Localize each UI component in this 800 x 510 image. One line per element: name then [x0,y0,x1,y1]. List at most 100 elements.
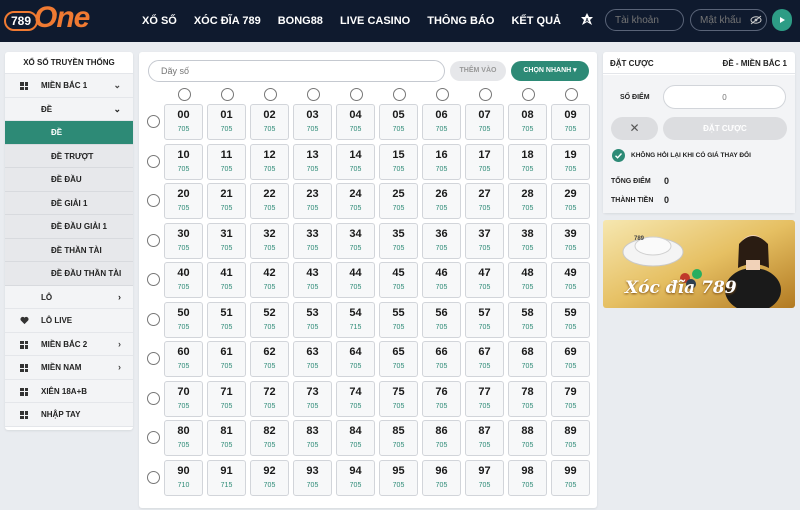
number-cell[interactable]: 83 705 [293,420,332,456]
logo[interactable]: 789 One [4,1,90,39]
column-radio-0[interactable] [177,88,191,101]
number-cell[interactable]: 92 705 [250,459,289,496]
number-cell[interactable]: 88 705 [508,420,547,456]
row-radio-3[interactable] [147,233,160,247]
number-cell[interactable]: 11 705 [207,143,246,180]
number-cell[interactable]: 21 705 [207,183,246,219]
number-cell[interactable]: 60 705 [164,341,203,377]
clear-button[interactable]: ✕ [611,117,658,140]
row-radio-0[interactable] [147,115,160,128]
number-cell[interactable]: 93 705 [293,459,332,496]
number-cell[interactable]: 53 705 [293,301,332,338]
number-cell[interactable]: 46 705 [422,262,461,298]
number-cell[interactable]: 62 705 [250,341,289,377]
number-cell[interactable]: 66 705 [422,341,461,377]
place-bet-button[interactable]: ĐẶT CƯỢC [663,117,787,140]
number-cell[interactable]: 97 705 [465,459,504,496]
number-cell[interactable]: 79 705 [551,380,590,417]
row-radio-5[interactable] [147,312,160,326]
number-sequence-input[interactable] [148,60,445,82]
number-cell[interactable]: 16 705 [422,143,461,180]
number-cell[interactable]: 95 705 [379,459,418,496]
number-cell[interactable]: 76 705 [422,380,461,417]
column-radio-7[interactable] [478,88,492,101]
number-cell[interactable]: 99 705 [551,459,590,496]
column-radio-3[interactable] [306,88,320,101]
row-radio-9[interactable] [147,470,160,484]
number-cell[interactable]: 78 705 [508,380,547,417]
column-radio-8[interactable] [521,88,535,101]
number-cell[interactable]: 55 705 [379,301,418,338]
points-input[interactable] [663,85,786,109]
nav-xo-so[interactable]: XỔ SỐ [142,0,177,42]
nav-bong88[interactable]: BONG88 [278,0,323,42]
number-cell[interactable]: 26 705 [422,183,461,219]
sidebar-subitem-de-dau-giai-1[interactable]: ĐỀ ĐẦU GIẢI 1 [5,215,133,239]
sidebar-item-xien[interactable]: XIÊN 18A+B [5,379,133,403]
number-cell[interactable]: 28 705 [508,183,547,219]
number-cell[interactable]: 45 705 [379,262,418,298]
number-cell[interactable]: 22 705 [250,183,289,219]
nav-xoc-dia[interactable]: XÓC ĐĨA 789 [194,0,261,42]
number-cell[interactable]: 64 705 [336,341,375,377]
row-radio-4[interactable] [147,273,160,286]
row-radio-6[interactable] [147,352,160,365]
sidebar-subitem-de-dau[interactable]: ĐỀ ĐẦU [5,168,133,192]
sidebar-item-mien-bac-1[interactable]: MIỀN BẮC 1 ⌄ [5,74,133,98]
number-cell[interactable]: 50 705 [164,301,203,338]
number-cell[interactable]: 67 705 [465,341,504,377]
number-cell[interactable]: 04 705 [336,104,375,140]
no-ask-checkbox[interactable] [612,149,625,162]
number-cell[interactable]: 47 705 [465,262,504,298]
number-cell[interactable]: 70 705 [164,380,203,417]
nav-ket-qua[interactable]: KẾT QUẢ [511,0,561,42]
number-cell[interactable]: 34 705 [336,222,375,259]
number-cell[interactable]: 36 705 [422,222,461,259]
translate-icon[interactable]: A [579,12,595,28]
number-cell[interactable]: 24 705 [336,183,375,219]
number-cell[interactable]: 43 705 [293,262,332,298]
number-cell[interactable]: 05 705 [379,104,418,140]
column-radio-5[interactable] [392,88,406,101]
number-cell[interactable]: 77 705 [465,380,504,417]
number-cell[interactable]: 98 705 [508,459,547,496]
number-cell[interactable]: 86 705 [422,420,461,456]
number-cell[interactable]: 44 705 [336,262,375,298]
number-cell[interactable]: 90 710 [164,459,203,496]
number-cell[interactable]: 54 715 [336,301,375,338]
sidebar-subitem-de-than-tai[interactable]: ĐỀ THẦN TÀI [5,238,133,262]
number-cell[interactable]: 61 705 [207,341,246,377]
row-radio-8[interactable] [147,431,160,444]
number-cell[interactable]: 84 705 [336,420,375,456]
number-cell[interactable]: 10 705 [164,143,203,180]
number-cell[interactable]: 42 705 [250,262,289,298]
number-cell[interactable]: 63 705 [293,341,332,377]
number-cell[interactable]: 01 705 [207,104,246,140]
number-cell[interactable]: 33 705 [293,222,332,259]
number-cell[interactable]: 40 705 [164,262,203,298]
sidebar-subitem-de-giai-1[interactable]: ĐỀ GIẢI 1 [5,191,133,215]
number-cell[interactable]: 12 705 [250,143,289,180]
number-cell[interactable]: 23 705 [293,183,332,219]
number-cell[interactable]: 73 705 [293,380,332,417]
number-cell[interactable]: 74 705 [336,380,375,417]
column-radio-2[interactable] [263,88,277,101]
sidebar-subitem-de-dau-than-tai[interactable]: ĐỀ ĐẦU THẦN TÀI [5,262,133,286]
number-cell[interactable]: 81 705 [207,420,246,456]
nav-thong-bao[interactable]: THÔNG BÁO [427,0,494,42]
number-cell[interactable]: 31 705 [207,222,246,259]
number-cell[interactable]: 59 705 [551,301,590,338]
sidebar-item-lo[interactable]: LÔ › [5,285,133,309]
sidebar-subitem-de-truot[interactable]: ĐỀ TRƯỢT [5,144,133,168]
eye-slash-icon[interactable] [750,15,762,25]
sidebar-item-de[interactable]: ĐỀ ⌄ [5,97,133,121]
number-cell[interactable]: 96 705 [422,459,461,496]
number-cell[interactable]: 39 705 [551,222,590,259]
number-cell[interactable]: 89 705 [551,420,590,456]
number-cell[interactable]: 30 705 [164,222,203,259]
number-cell[interactable]: 91 715 [207,459,246,496]
number-cell[interactable]: 06 705 [422,104,461,140]
number-cell[interactable]: 65 705 [379,341,418,377]
number-cell[interactable]: 29 705 [551,183,590,219]
sidebar-item-lo-live[interactable]: LÔ LIVE [5,309,133,333]
